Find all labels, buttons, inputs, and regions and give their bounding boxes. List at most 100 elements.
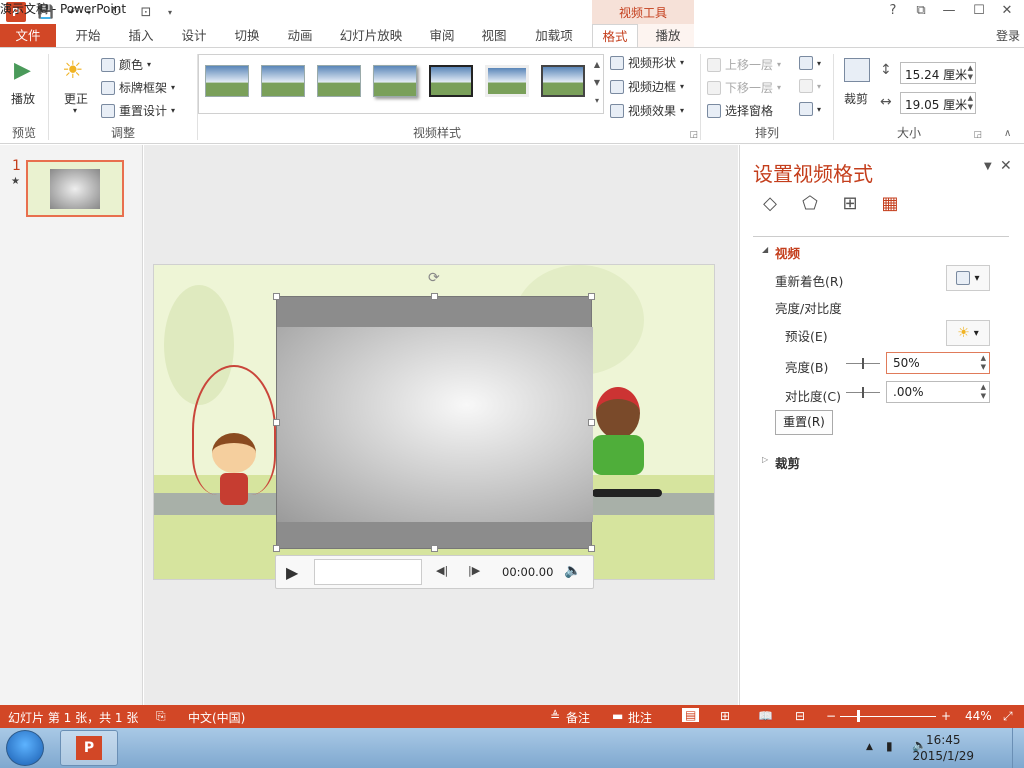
gallery-down-icon[interactable]: ▼ [592, 74, 602, 92]
slideshow-icon[interactable]: ⊟ [795, 709, 805, 723]
system-clock[interactable]: 16:45 2015/1/29 [912, 732, 974, 764]
resize-handle[interactable] [588, 545, 595, 552]
minimize-button[interactable]: — [938, 3, 960, 21]
reading-view-icon[interactable]: 📖 [758, 709, 773, 723]
resize-handle[interactable] [588, 419, 595, 426]
tab-slideshow[interactable]: 幻灯片放映 [334, 24, 408, 48]
height-input[interactable]: 15.24 厘米 ▲ ▼ [900, 62, 976, 84]
present-from-start-icon[interactable]: ⊡ [136, 2, 156, 22]
video-shape-button[interactable]: 视频形状 ▾ [610, 54, 684, 71]
play-pause-icon[interactable]: ▶ [286, 563, 298, 582]
resize-handle[interactable] [273, 293, 280, 300]
volume-icon[interactable]: 🔈 [564, 563, 581, 579]
maximize-button[interactable]: ☐ [968, 3, 990, 21]
spellcheck-icon[interactable]: ⎘ [156, 709, 166, 724]
sign-in-link[interactable]: 登录 [996, 24, 1020, 48]
video-effects-button[interactable]: 视频效果 ▾ [610, 102, 684, 119]
video-style-thumbnail[interactable] [373, 65, 417, 97]
tab-insert[interactable]: 插入 [119, 24, 163, 48]
dialog-launcher-icon[interactable]: ◲ [689, 130, 698, 140]
resize-handle[interactable] [431, 293, 438, 300]
size-properties-icon[interactable]: ⊞ [837, 193, 863, 219]
zoom-slider-thumb[interactable] [857, 710, 861, 722]
spinner-arrows-icon[interactable]: ▲ ▼ [981, 383, 986, 401]
normal-view-icon[interactable]: ▤ [682, 708, 700, 722]
start-button[interactable] [6, 730, 44, 766]
spinner-arrows-icon[interactable]: ▲ ▼ [968, 94, 973, 112]
video-style-thumbnail[interactable] [541, 65, 585, 97]
contrast-input[interactable]: .00% ▲ ▼ [886, 381, 990, 403]
resize-handle[interactable] [273, 419, 280, 426]
close-pane-icon[interactable]: ✕ [1000, 158, 1012, 174]
expand-triangle-icon[interactable]: ▷ [762, 455, 768, 464]
tab-transitions[interactable]: 切换 [225, 24, 269, 48]
spinner-arrows-icon[interactable]: ▲ ▼ [981, 354, 986, 372]
rotate-handle-icon[interactable]: ⟳ [428, 270, 440, 286]
show-desktop-button[interactable] [1012, 728, 1024, 768]
preset-button[interactable]: ☀ ▾ [946, 320, 990, 346]
selection-pane-button[interactable]: 选择窗格 [707, 102, 773, 119]
collapse-triangle-icon[interactable]: ◢ [762, 245, 768, 254]
video-style-thumbnail[interactable] [261, 65, 305, 97]
zoom-level[interactable]: 44% [965, 709, 992, 723]
gallery-up-icon[interactable]: ▲ [592, 56, 602, 74]
tab-design[interactable]: 设计 [172, 24, 216, 48]
gallery-scroll[interactable]: ▲ ▼ ▾ [592, 56, 602, 110]
video-style-thumbnail[interactable] [485, 65, 529, 97]
slide-thumbnail[interactable] [26, 160, 124, 217]
video-style-thumbnail[interactable] [317, 65, 361, 97]
tab-home[interactable]: 开始 [66, 24, 110, 48]
tab-playback[interactable]: 播放 [646, 24, 690, 48]
rotate-button[interactable]: ▾ [799, 102, 821, 116]
progress-bar[interactable] [314, 559, 422, 585]
zoom-in-icon[interactable]: + [941, 709, 951, 723]
fill-line-icon[interactable]: ◇ [757, 193, 783, 219]
gallery-more-icon[interactable]: ▾ [592, 92, 602, 110]
corrections-button[interactable]: 更正 [64, 90, 88, 107]
corrections-dropdown-icon[interactable]: ▾ [73, 106, 77, 115]
effects-icon[interactable]: ⬠ [797, 193, 823, 219]
send-backward-button[interactable]: 下移一层 ▾ [707, 79, 781, 96]
step-forward-icon[interactable]: |▶ [468, 564, 480, 577]
contrast-slider[interactable] [846, 387, 880, 398]
dialog-launcher-icon[interactable]: ◲ [973, 130, 982, 140]
network-icon[interactable]: ▮ [886, 739, 893, 753]
recolor-button[interactable]: ▾ [946, 265, 990, 291]
slider-thumb[interactable] [862, 358, 864, 369]
tab-review[interactable]: 审阅 [420, 24, 464, 48]
align-button[interactable]: ▾ [799, 56, 821, 70]
brightness-slider[interactable] [846, 358, 880, 369]
section-crop[interactable]: 裁剪 [775, 453, 800, 472]
play-button[interactable]: 播放 [11, 90, 35, 107]
collapse-ribbon-icon[interactable]: ∧ [1004, 128, 1011, 139]
video-style-thumbnail[interactable] [205, 65, 249, 97]
pane-options-icon[interactable]: ▼ [984, 161, 992, 172]
ribbon-display-options-button[interactable]: ⧉ [910, 3, 932, 21]
tab-file[interactable]: 文件 [0, 24, 56, 48]
help-button[interactable]: ? [882, 3, 904, 21]
group-button[interactable]: ▾ [799, 79, 821, 93]
poster-frame-button[interactable]: 标牌框架 ▾ [101, 79, 175, 96]
slider-thumb[interactable] [862, 387, 864, 398]
section-video[interactable]: 视频 [775, 243, 800, 262]
step-back-icon[interactable]: ◀| [436, 564, 448, 577]
reset-button[interactable]: 重置(R) [775, 410, 833, 435]
video-style-thumbnail[interactable] [429, 65, 473, 97]
slide-sorter-icon[interactable]: ⊞ [720, 709, 730, 723]
spinner-arrows-icon[interactable]: ▲ ▼ [968, 64, 973, 82]
taskbar-powerpoint[interactable]: P [60, 730, 118, 766]
close-button[interactable]: ✕ [996, 3, 1018, 21]
reset-design-button[interactable]: 重置设计 ▾ [101, 102, 175, 119]
resize-handle[interactable] [431, 545, 438, 552]
bring-forward-button[interactable]: 上移一层 ▾ [707, 56, 781, 73]
show-hidden-icons-icon[interactable]: ▲ [866, 742, 873, 752]
width-input[interactable]: 19.05 厘米 ▲ ▼ [900, 92, 976, 114]
customize-toolbar-icon[interactable]: ▾ [160, 2, 180, 22]
tab-format[interactable]: 格式 [592, 24, 638, 49]
tab-animations[interactable]: 动画 [278, 24, 322, 48]
brightness-input[interactable]: 50% ▲ ▼ [886, 352, 990, 374]
video-object[interactable] [273, 293, 595, 552]
video-border-button[interactable]: 视频边框 ▾ [610, 78, 684, 95]
zoom-slider[interactable] [840, 716, 936, 717]
video-settings-icon[interactable]: ▦ [877, 193, 903, 219]
